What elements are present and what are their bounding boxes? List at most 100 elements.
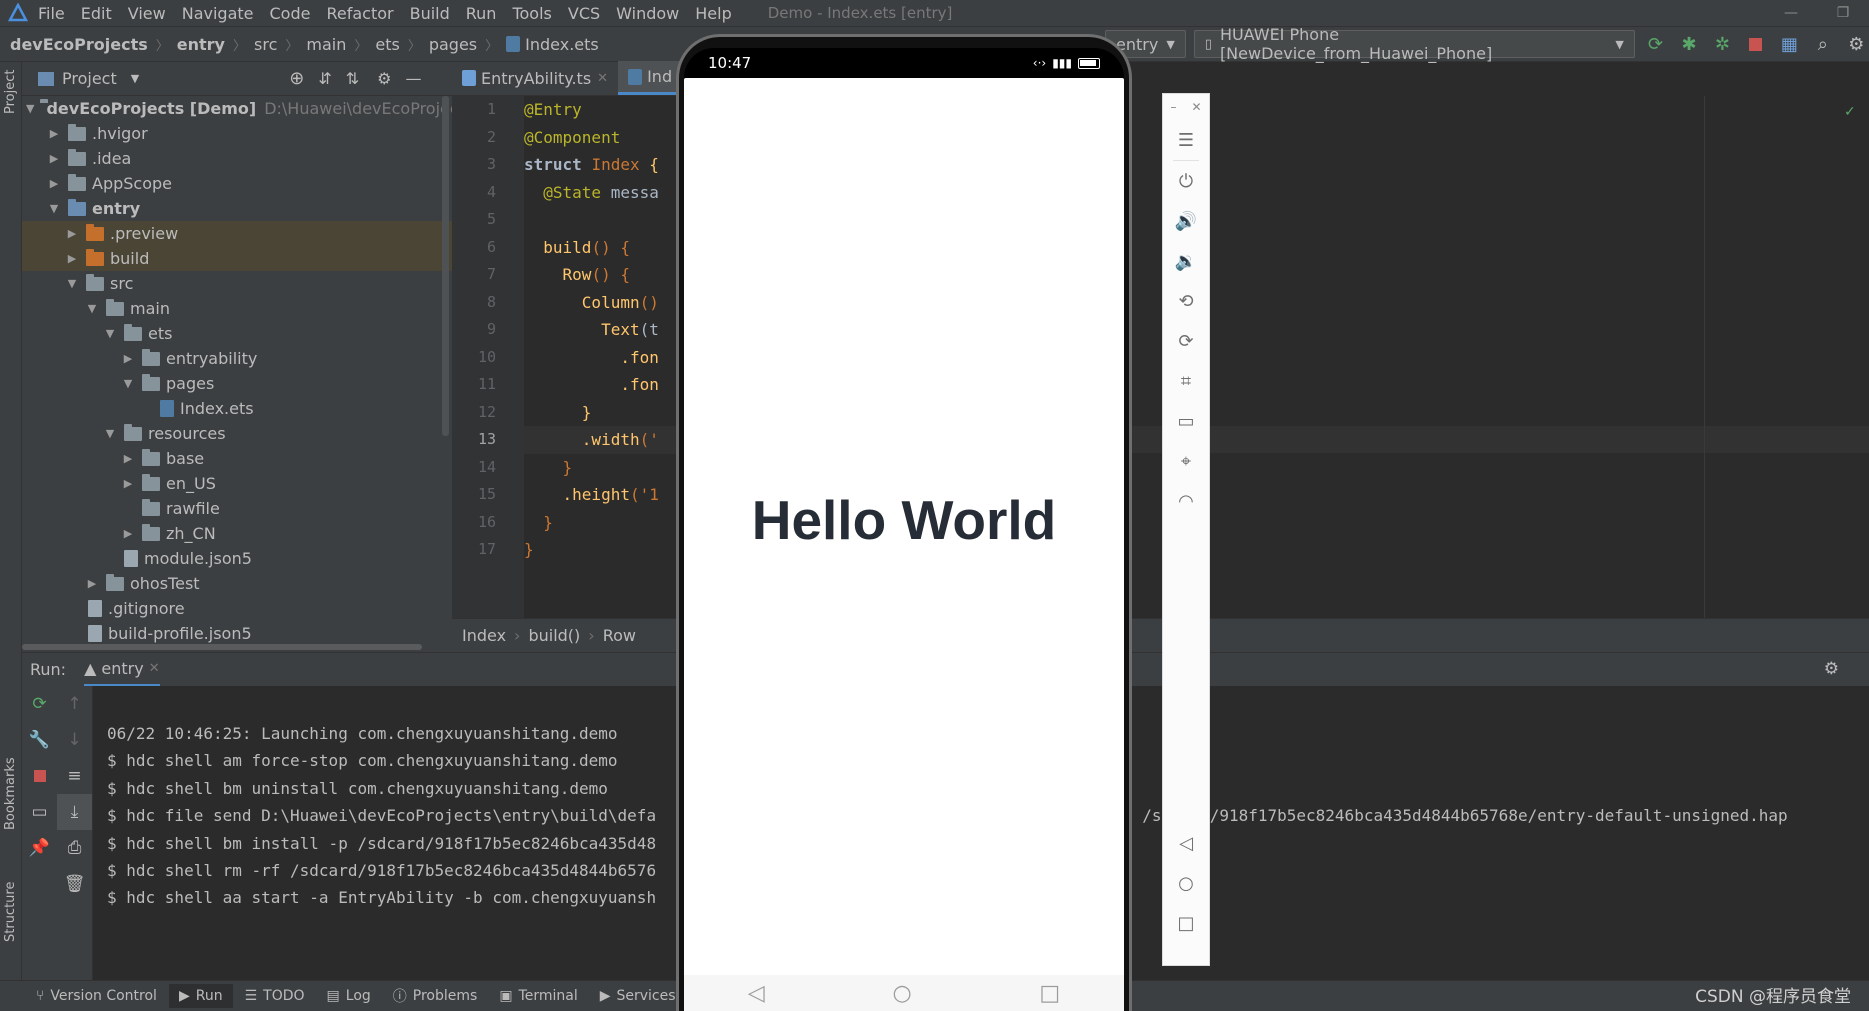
wifi-icon[interactable]: ◠ [1163,481,1209,521]
tree-item[interactable]: ▼ pages [22,371,452,396]
battery-icon[interactable]: ▭ [1163,401,1209,441]
tree-item[interactable]: ▶ .hvigor [22,121,452,146]
expand-all-icon[interactable]: ⇵ [318,69,331,88]
debug-icon[interactable]: ✱ [1676,31,1701,57]
structure-tool-tab[interactable]: Structure [3,882,18,942]
horizontal-scrollbar[interactable] [22,644,422,650]
tree-item[interactable]: ▶ entryability [22,346,452,371]
breadcrumb-project[interactable]: devEcoProjects [10,35,148,54]
rotate-left-icon[interactable]: ⟲ [1163,281,1209,321]
tree-item[interactable]: Index.ets [22,396,452,421]
gear-icon[interactable]: ⚙ [377,69,391,88]
attach-debugger-icon[interactable]: ✲ [1710,31,1735,57]
tree-item[interactable]: ▼ ets [22,321,452,346]
tree-item[interactable]: ▶ base [22,446,452,471]
hide-icon[interactable]: — [405,69,421,88]
search-icon[interactable]: ⌕ [1810,31,1835,57]
menu-refactor[interactable]: Refactor [326,4,393,23]
close-icon[interactable]: ✕ [1191,100,1201,114]
menu-code[interactable]: Code [270,4,311,23]
screenshot-icon[interactable]: ⌗ [1163,361,1209,401]
power-icon[interactable]: ⏻ [1163,161,1209,201]
collapse-all-icon[interactable]: ⇅ [346,69,359,88]
location-icon[interactable]: ⌖ [1163,441,1209,481]
status-todo[interactable]: ☰ TODO [245,988,305,1004]
home-icon[interactable]: ○ [892,981,911,1006]
breadcrumb-item[interactable]: build() [528,626,580,645]
tree-item[interactable]: ▼ resources [22,421,452,446]
arrow-down-icon[interactable]: ↓ [57,722,92,758]
rerun-icon[interactable]: ⟳ [1643,31,1668,57]
menu-icon[interactable]: ☰ [1163,120,1209,160]
tree-item[interactable]: ▶ .idea [22,146,452,171]
tree-item-root[interactable]: ▼ devEcoProjects [Demo] D:\Huawei\devEco… [22,96,452,121]
status-services[interactable]: ▶ Services [600,988,676,1004]
tree-item[interactable]: ▼ entry [22,196,452,221]
close-icon[interactable]: ✕ [149,661,160,676]
status-terminal[interactable]: ▣ Terminal [499,988,577,1004]
menu-build[interactable]: Build [410,4,450,23]
locate-icon[interactable]: ⊕ [289,68,304,89]
tree-item[interactable]: .gitignore [22,596,452,621]
status-run[interactable]: ▶ Run [168,984,233,1008]
vertical-scrollbar[interactable] [442,96,449,436]
menu-window[interactable]: Window [616,4,679,23]
status-problems[interactable]: ⓘ Problems [393,986,478,1006]
close-icon[interactable]: ✕ [597,71,608,86]
chevron-down-icon[interactable]: ▼ [131,72,139,85]
menu-navigate[interactable]: Navigate [182,4,254,23]
device-select[interactable]: ▯ HUAWEI Phone [NewDevice_from_Huawei_Ph… [1193,25,1635,63]
tab-index[interactable]: Ind [618,61,683,95]
trash-icon[interactable]: 🗑 [57,866,92,902]
tree-item[interactable]: ▶ ohosTest [22,571,452,596]
breadcrumb-src[interactable]: src [254,35,277,54]
gear-icon[interactable]: ⚙ [1824,659,1839,679]
tree-item[interactable]: rawfile [22,496,452,521]
menu-vcs[interactable]: VCS [568,4,600,23]
tree-item[interactable]: ▶ .preview [22,221,452,246]
stop-icon[interactable] [1743,31,1768,57]
menu-tools[interactable]: Tools [512,4,551,23]
project-structure-icon[interactable]: ▦ [1777,31,1802,57]
project-panel-title[interactable]: Project [62,69,117,88]
run-tab[interactable]: ▲ entry ✕ [84,653,160,687]
tree-item[interactable]: ▶ zh_CN [22,521,452,546]
tree-item[interactable]: build-profile.json5 [22,621,452,646]
status-log[interactable]: ▤ Log [327,988,371,1004]
code-editor[interactable]: @Entry @Component struct Index { @State … [524,96,680,626]
breadcrumb-item[interactable]: Row [603,626,636,645]
breadcrumb-main[interactable]: main [306,35,346,54]
print-icon[interactable]: ⎙ [57,830,92,866]
volume-down-icon[interactable]: 🔉 [1163,241,1209,281]
breadcrumb-ets[interactable]: ets [375,35,399,54]
tree-item[interactable]: ▶ en_US [22,471,452,496]
tree-item[interactable]: ▶ AppScope [22,171,452,196]
home-icon[interactable]: ○ [1163,863,1209,903]
menu-run[interactable]: Run [466,4,497,23]
tree-item[interactable]: ▼ src [22,271,452,296]
tab-entryability[interactable]: EntryAbility.ts ✕ [452,61,618,95]
menu-help[interactable]: Help [695,4,731,23]
restore-icon[interactable]: ❐ [1817,5,1869,21]
breadcrumb-pages[interactable]: pages [429,35,477,54]
project-tool-tab[interactable]: Project [3,70,18,114]
soft-wrap-icon[interactable]: ≡ [57,758,92,794]
scroll-to-end-icon[interactable]: ⤓ [57,794,92,830]
minimize-icon[interactable]: — [1765,5,1817,21]
bookmarks-tool-tab[interactable]: Bookmarks [3,757,18,830]
arrow-up-icon[interactable]: ↑ [57,686,92,722]
volume-up-icon[interactable]: 🔊 [1163,201,1209,241]
tree-item[interactable]: ▼ main [22,296,452,321]
recents-icon[interactable]: □ [1039,981,1060,1006]
back-icon[interactable]: ◁ [1163,823,1209,863]
menu-view[interactable]: View [128,4,166,23]
status-version-control[interactable]: ⑂ Version Control [36,988,157,1004]
rotate-right-icon[interactable]: ⟳ [1163,321,1209,361]
settings-icon[interactable]: ⚙ [1844,31,1869,57]
inspection-ok-icon[interactable]: ✓ [1844,104,1856,120]
breadcrumb-file[interactable]: Index.ets [525,35,599,54]
breadcrumb-entry[interactable]: entry [177,35,225,54]
menu-edit[interactable]: Edit [81,4,112,23]
tree-item[interactable]: module.json5 [22,546,452,571]
minimize-icon[interactable]: – [1170,100,1176,114]
